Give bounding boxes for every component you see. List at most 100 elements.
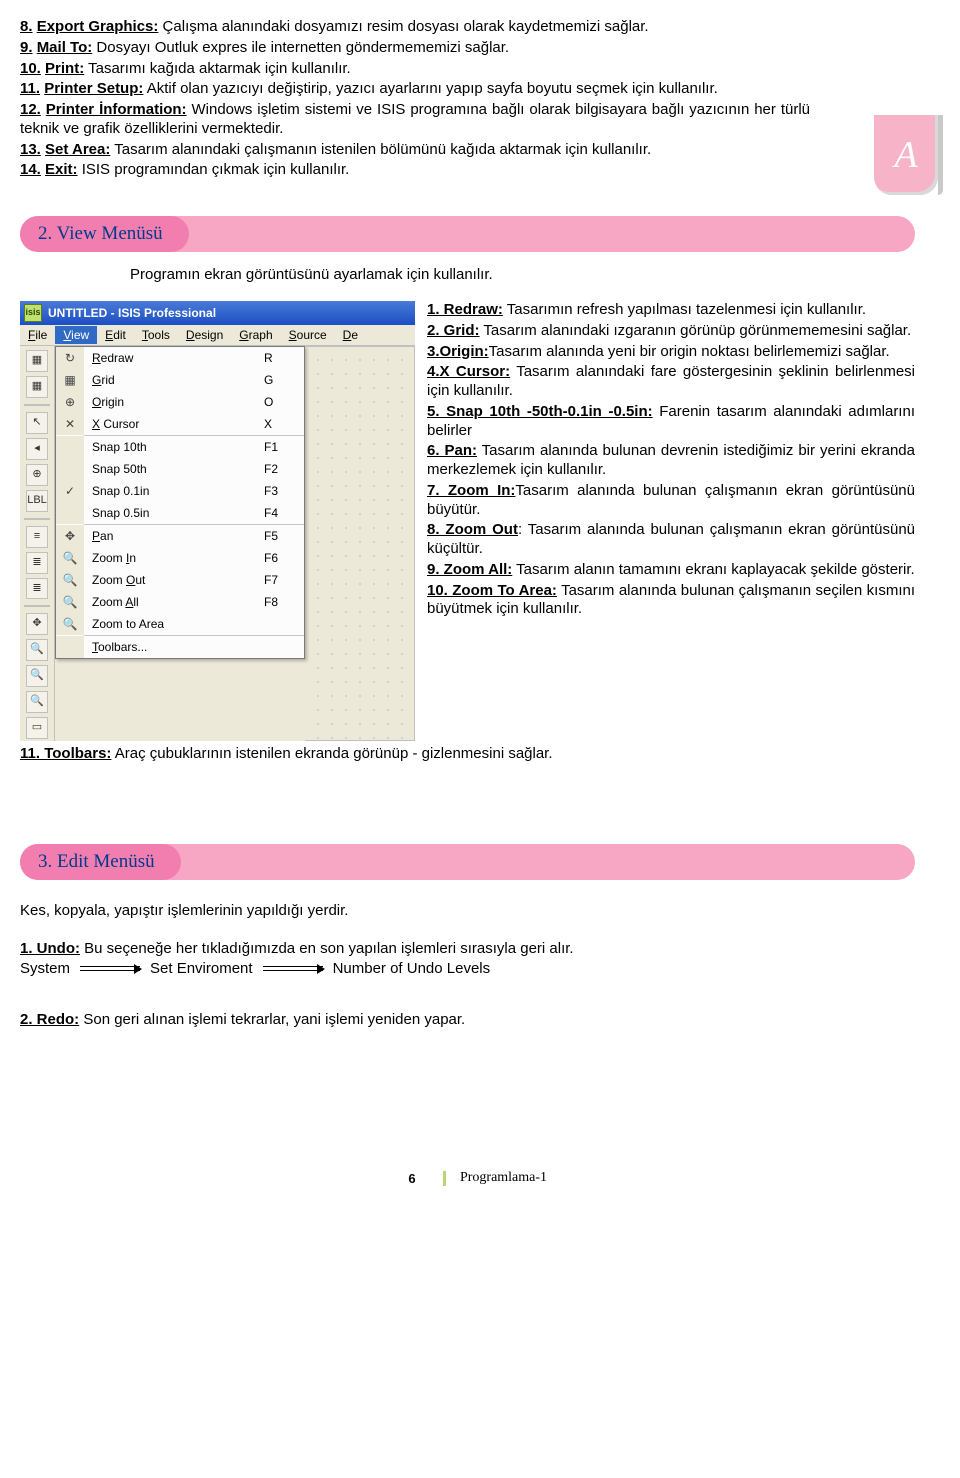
toolbar-button[interactable]: ↖ (26, 412, 48, 434)
menu-item-label: Snap 10th (84, 440, 264, 454)
item-13-title: 13. (20, 141, 41, 158)
toolbar-button[interactable]: ≣ (26, 578, 48, 600)
toolbar-button[interactable]: ✥ (26, 613, 48, 635)
item-8-title: 8. (20, 18, 33, 35)
view-menu-header: 2. View Menüsü (20, 216, 915, 252)
menu-item-zoom-in[interactable]: 🔍Zoom InF6 (56, 547, 304, 569)
menu-item-label: Origin (84, 395, 264, 409)
menubar: FileViewEditToolsDesignGraphSourceDe (20, 325, 415, 346)
menu-item-shortcut: F2 (264, 462, 304, 476)
view-desc-item: 4.X Cursor: Tasarım alanındaki fare göst… (427, 363, 915, 401)
menu-item-origin[interactable]: ⊕OriginO (56, 391, 304, 413)
menu-item-icon: ✥ (56, 525, 84, 547)
toolbar-button[interactable]: ▦ (26, 350, 48, 372)
view-dropdown: ↻RedrawR▦GridG⊕OriginO✕X CursorXSnap 10t… (55, 346, 305, 659)
item-11-title: 11. (20, 80, 40, 97)
footer-text: Programlama-1 (460, 1170, 547, 1186)
view-desc-item: 8. Zoom Out: Tasarım alanında bulunan ça… (427, 521, 915, 559)
menu-item-toolbars-[interactable]: Toolbars... (56, 636, 304, 658)
menu-item-label: Zoom In (84, 551, 264, 565)
item-9-title: 9. (20, 39, 33, 56)
menu-item-label: Zoom All (84, 595, 264, 609)
menu-item-shortcut: X (264, 417, 304, 431)
menubar-item-de[interactable]: De (335, 326, 366, 344)
toolbar-button[interactable]: ▭ (26, 717, 48, 739)
edit-menu-label: 3. Edit Menüsü (20, 844, 181, 880)
item-12-title: 12. (20, 101, 41, 118)
view-descriptions: 1. Redraw: Tasarımın refresh yapılması t… (427, 301, 915, 621)
menu-item-shortcut: F5 (264, 529, 304, 543)
menu-item-shortcut: G (264, 373, 304, 387)
menu-item-zoom-all[interactable]: 🔍Zoom AllF8 (56, 591, 304, 613)
menu-item-pan[interactable]: ✥PanF5 (56, 525, 304, 547)
menu-item-icon (56, 636, 84, 658)
menubar-item-file[interactable]: File (20, 326, 55, 344)
undo-path: System Set Enviroment Number of Undo Lev… (20, 960, 920, 977)
toolbar-button[interactable]: ▦ (26, 376, 48, 398)
menu-item-label: Zoom to Area (84, 617, 264, 631)
item-11-toolbars-title: 11. Toolbars: (20, 745, 111, 762)
arrow-icon (263, 964, 323, 974)
menu-item-icon (56, 502, 84, 524)
arrow-icon (80, 964, 140, 974)
menu-item-snap-0-5in[interactable]: Snap 0.5inF4 (56, 502, 304, 524)
menubar-item-tools[interactable]: Tools (134, 326, 178, 344)
menu-item-shortcut: O (264, 395, 304, 409)
menu-item-shortcut: F6 (264, 551, 304, 565)
file-menu-items: 8. Export Graphics: Çalışma alanındaki d… (20, 18, 810, 180)
menu-item-label: Snap 50th (84, 462, 264, 476)
window-titlebar: isis UNTITLED - ISIS Professional (20, 301, 415, 325)
view-desc-item: 2. Grid: Tasarım alanındaki ızgaranın gö… (427, 322, 915, 341)
toolbar-button[interactable]: ≣ (26, 552, 48, 574)
menu-item-icon: 🔍 (56, 547, 84, 569)
view-desc-item: 7. Zoom In:Tasarım alanında bulunan çalı… (427, 482, 915, 520)
menu-item-zoom-out[interactable]: 🔍Zoom OutF7 (56, 569, 304, 591)
redo-title: 2. Redo: (20, 1011, 79, 1028)
toolbar-button[interactable]: ◂ (26, 438, 48, 460)
menu-item-label: Snap 0.1in (84, 484, 264, 498)
view-desc-item: 5. Snap 10th -50th-0.1in -0.5in: Farenin… (427, 403, 915, 441)
window-title: UNTITLED - ISIS Professional (48, 306, 216, 320)
item-10-title: 10. (20, 60, 41, 77)
menu-item-snap-10th[interactable]: Snap 10thF1 (56, 436, 304, 458)
menu-item-icon: 🔍 (56, 591, 84, 613)
menu-item-icon: ✓ (56, 480, 84, 502)
item-14-title: 14. (20, 161, 41, 178)
toolbar-button[interactable]: LBL (26, 490, 48, 512)
view-desc-item: 1. Redraw: Tasarımın refresh yapılması t… (427, 301, 915, 320)
menu-item-x-cursor[interactable]: ✕X CursorX (56, 413, 304, 435)
design-grid-area (305, 346, 415, 741)
menu-item-icon (56, 458, 84, 480)
menu-item-icon: 🔍 (56, 613, 84, 635)
menubar-item-graph[interactable]: Graph (231, 326, 280, 344)
menubar-item-view[interactable]: View (55, 326, 97, 344)
toolbars-line: 11. Toolbars: Araç çubuklarının istenile… (20, 745, 920, 764)
menu-item-icon (56, 436, 84, 458)
menu-item-icon: ▦ (56, 369, 84, 391)
menu-item-label: Redraw (84, 351, 264, 365)
view-desc-item: 3.Origin:Tasarım alanında yeni bir origi… (427, 343, 915, 362)
menu-item-snap-0-1in[interactable]: ✓Snap 0.1inF3 (56, 480, 304, 502)
menu-item-label: Pan (84, 529, 264, 543)
menubar-item-design[interactable]: Design (178, 326, 231, 344)
toolbar-button[interactable]: ⊕ (26, 464, 48, 486)
menubar-item-source[interactable]: Source (281, 326, 335, 344)
menu-item-grid[interactable]: ▦GridG (56, 369, 304, 391)
menu-item-redraw[interactable]: ↻RedrawR (56, 347, 304, 369)
menu-item-snap-50th[interactable]: Snap 50thF2 (56, 458, 304, 480)
toolbar-button[interactable]: 🔍 (26, 639, 48, 661)
toolbar-button[interactable]: ≡ (26, 526, 48, 548)
menu-item-label: Grid (84, 373, 264, 387)
menu-item-icon: ✕ (56, 413, 84, 435)
toolbar-button[interactable]: 🔍 (26, 665, 48, 687)
page-footer: 6 Programlama-1 (20, 1170, 920, 1186)
menu-item-label: Toolbars... (84, 640, 264, 654)
view-menu-label: 2. View Menüsü (20, 216, 189, 252)
isis-screenshot: isis UNTITLED - ISIS Professional FileVi… (20, 301, 415, 741)
page-number: 6 (393, 1171, 446, 1186)
undo-title: 1. Undo: (20, 940, 80, 957)
toolbar-button[interactable]: 🔍 (26, 691, 48, 713)
menubar-item-edit[interactable]: Edit (97, 326, 134, 344)
menu-item-zoom-to-area[interactable]: 🔍Zoom to Area (56, 613, 304, 635)
side-tab-a: A (874, 115, 938, 195)
